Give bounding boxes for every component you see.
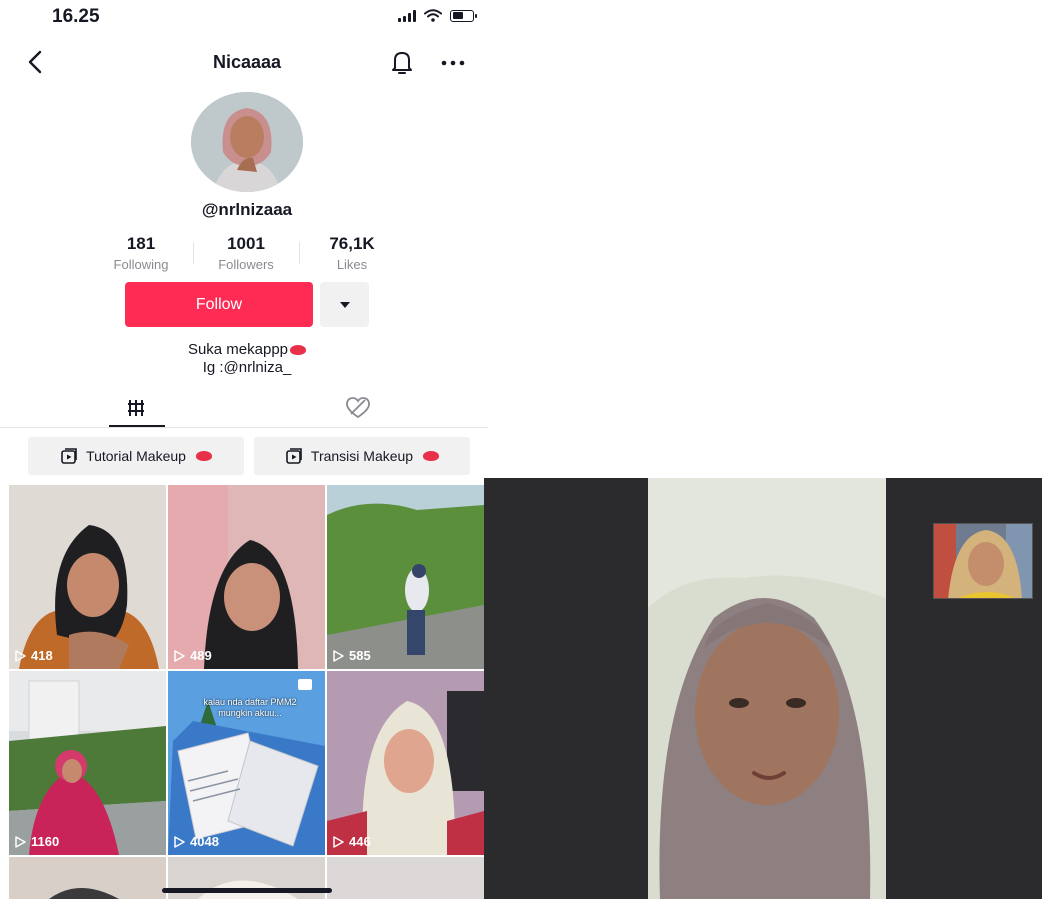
view-count-text: 4048	[190, 834, 219, 849]
playlist-chip-transisi[interactable]: Transisi Makeup	[254, 437, 470, 475]
lips-emoji-icon	[195, 451, 212, 461]
view-count: 585	[333, 648, 371, 663]
stat-label: Following	[113, 257, 169, 272]
stat-value: 1001	[227, 234, 265, 253]
video-thumbnail[interactable]: 489	[168, 485, 325, 669]
view-count-text: 489	[190, 648, 212, 663]
video-thumbnail[interactable]: kalau nda daftar PMM2 mungkin akuu... 40…	[168, 671, 325, 855]
grid-icon[interactable]	[106, 390, 166, 426]
playlist-label: Transisi Makeup	[310, 448, 414, 464]
avatar[interactable]	[191, 92, 303, 192]
thumbnail-image	[327, 485, 484, 669]
username: @nrlnizaaa	[201, 200, 293, 219]
video-grid: 418 489 585 1160 kalau nda daftar PMM2 m…	[9, 485, 485, 899]
liked-icon[interactable]	[338, 390, 378, 426]
thumbnail-image	[168, 485, 325, 669]
stat-following[interactable]: 181 Following	[93, 234, 189, 272]
wifi-icon	[424, 9, 442, 22]
thumbnail-image	[327, 857, 484, 899]
bell-icon[interactable]	[388, 48, 416, 76]
stat-label: Likes	[336, 257, 368, 272]
play-icon	[15, 835, 26, 848]
view-count-text: 446	[349, 834, 371, 849]
stat-value: 181	[126, 234, 156, 253]
stat-label: Followers	[218, 257, 274, 272]
thumbnail-image	[9, 671, 166, 855]
status-icons	[398, 9, 477, 22]
more-icon[interactable]	[438, 48, 468, 76]
avatar-photo	[191, 92, 303, 192]
video-caption: kalau nda daftar PMM2 mungkin akuu...	[203, 697, 297, 718]
view-count-text: 585	[349, 648, 371, 663]
profile-name: Nicaaaa	[212, 52, 282, 72]
self-view-image	[934, 524, 1032, 598]
view-count: 1160	[15, 834, 59, 849]
thumbnail-image	[327, 671, 484, 855]
bio-line-2: Ig :@nrlniza_	[202, 359, 292, 376]
video-thumbnail[interactable]: 446	[327, 671, 484, 855]
bio: Suka mekappp Ig :@nrlniza_	[0, 341, 490, 377]
thumbnail-image	[9, 857, 166, 899]
view-count-text: 1160	[31, 834, 60, 849]
playlist-chip-tutorial[interactable]: Tutorial Makeup	[28, 437, 244, 475]
lips-emoji-icon	[290, 345, 307, 356]
signal-icon	[398, 9, 416, 22]
stat-value: 76,1K	[329, 234, 375, 253]
nav-bar: Nicaaaa	[0, 40, 490, 84]
view-count: 446	[333, 834, 371, 849]
profile-screen: 16.25 Nicaaaa @nrlnizaaa 181 Following 1…	[0, 0, 490, 899]
video-thumbnail[interactable]: 585	[327, 485, 484, 669]
profile-stats: 181 Following 1001 Followers 76,1K Likes	[100, 234, 392, 274]
stat-divider	[299, 242, 300, 264]
view-count: 489	[174, 648, 212, 663]
follow-button[interactable]: Follow	[125, 282, 313, 327]
view-count: 418	[15, 648, 53, 663]
self-view-pip[interactable]	[933, 523, 1033, 599]
status-time: 16.25	[52, 6, 100, 27]
play-icon	[174, 649, 185, 662]
tabs-separator	[0, 427, 488, 428]
status-bar: 16.25	[0, 0, 490, 34]
play-icon	[333, 649, 344, 662]
home-indicator[interactable]	[162, 888, 332, 893]
play-icon	[15, 649, 26, 662]
playlist-label: Tutorial Makeup	[86, 448, 186, 464]
view-count: 4048	[174, 834, 219, 849]
battery-icon	[450, 9, 477, 22]
play-icon	[174, 835, 185, 848]
bio-line-1: Suka mekappp	[187, 341, 289, 358]
suggested-accounts-button[interactable]	[320, 282, 369, 327]
video-thumbnail[interactable]	[9, 857, 166, 899]
playlist-icon	[286, 448, 302, 464]
video-thumbnail[interactable]: 1160	[9, 671, 166, 855]
video-thumbnail[interactable]	[327, 857, 484, 899]
content-tabs	[0, 390, 490, 428]
video-thumbnail[interactable]: 418	[9, 485, 166, 669]
view-count-text: 418	[31, 648, 53, 663]
stat-likes[interactable]: 76,1K Likes	[304, 234, 400, 272]
stat-followers[interactable]: 1001 Followers	[198, 234, 294, 272]
caret-down-icon	[339, 301, 350, 308]
playlist-icon	[61, 448, 77, 464]
stat-divider	[193, 242, 194, 264]
thumbnail-image	[9, 485, 166, 669]
lips-emoji-icon	[423, 451, 440, 461]
play-icon	[333, 835, 344, 848]
